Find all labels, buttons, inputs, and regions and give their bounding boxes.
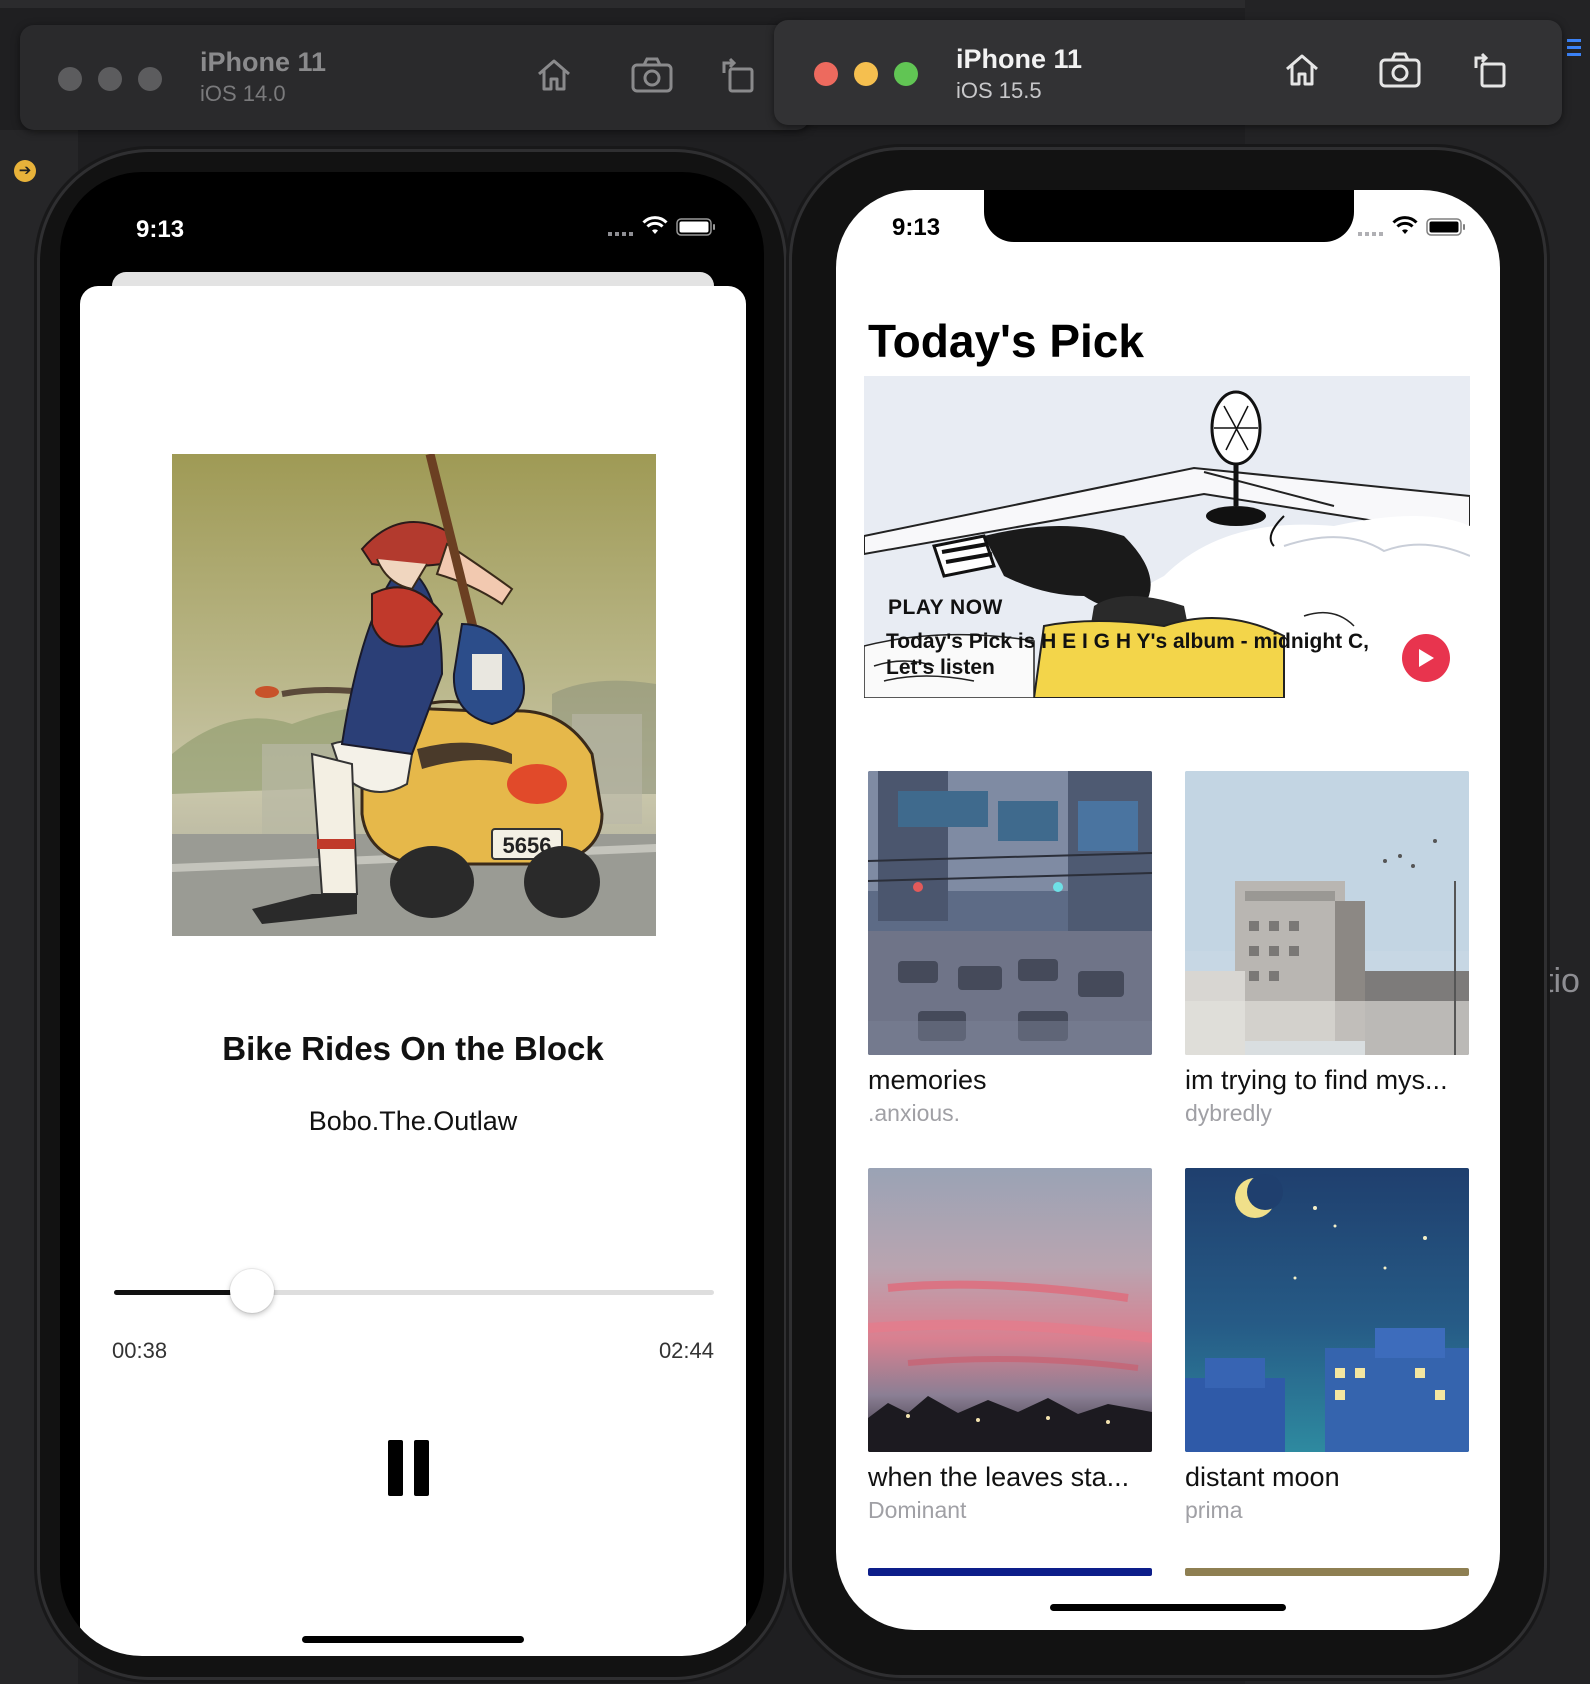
player-sheet[interactable]: 5656 Bike Rides On the Block Bobo.The.Ou… <box>80 286 746 1656</box>
album-artist: dybredly <box>1185 1100 1272 1126</box>
simulator-os-version: iOS 15.5 <box>956 78 1042 103</box>
album-artwork: 5656 <box>172 454 656 936</box>
cellular-icon <box>608 232 633 236</box>
song-title: Bike Rides On the Block <box>222 1030 604 1067</box>
screenshot-icon <box>631 57 673 93</box>
simulator-os-version: iOS 14.0 <box>200 81 286 106</box>
window-minimize-button[interactable] <box>854 62 878 86</box>
simulator-titlebar-2[interactable]: iPhone 11 iOS 15.5 <box>774 20 1562 125</box>
home-button[interactable] <box>1276 44 1328 96</box>
simulator-device-name: iPhone 11 <box>956 44 1083 74</box>
screenshot-button[interactable] <box>1374 44 1426 96</box>
album-title: distant moon <box>1185 1462 1340 1492</box>
album-tile-peek[interactable] <box>1185 1568 1469 1576</box>
iphone-frame-right: 9:13 Today's Pick PLAY NOW Today's Pick … <box>792 150 1544 1675</box>
window-zoom-button[interactable] <box>138 67 162 91</box>
rotate-icon <box>722 57 754 93</box>
window-close-button[interactable] <box>58 67 82 91</box>
elapsed-time: 00:38 <box>112 1338 168 1363</box>
iphone-screen-left: 9:13 5656 Bike Rides On the Block Bobo.T… <box>60 172 764 1656</box>
iphone-frame-left: 9:13 5656 Bike Rides On the Block Bobo.T… <box>40 152 784 1677</box>
album-cover <box>1185 771 1469 1055</box>
battery-icon <box>1426 218 1465 236</box>
song-artist: Bobo.The.Outlaw <box>308 1106 518 1136</box>
cellular-icon <box>1358 232 1383 236</box>
featured-play-button[interactable] <box>1402 634 1450 682</box>
album-title: when the leaves sta... <box>868 1462 1130 1492</box>
status-bar: 9:13 <box>836 190 1500 260</box>
playback-slider[interactable] <box>114 1269 714 1313</box>
battery-icon <box>676 218 715 236</box>
album-tile-peek[interactable] <box>868 1568 1152 1576</box>
home-icon <box>1286 54 1318 86</box>
featured-pick-card[interactable]: PLAY NOW Today's Pick is H E I G H Y's a… <box>864 376 1470 698</box>
home-button[interactable] <box>528 49 580 101</box>
simulator-titlebar-1[interactable]: iPhone 11 iOS 14.0 <box>20 25 810 130</box>
rotate-button[interactable] <box>1464 44 1516 96</box>
page-title: Today's Pick <box>868 315 1144 367</box>
simulator-device-name: iPhone 11 <box>200 47 327 77</box>
album-tile[interactable]: when the leaves sta... Dominant <box>868 1168 1152 1524</box>
iphone-screen-right: 9:13 Today's Pick PLAY NOW Today's Pick … <box>836 190 1500 1630</box>
album-artist: .anxious. <box>868 1100 961 1126</box>
rotate-icon <box>1474 52 1506 88</box>
slider-thumb[interactable] <box>230 1269 274 1313</box>
wifi-icon <box>642 216 668 234</box>
total-duration: 02:44 <box>658 1338 714 1363</box>
album-artist: Dominant <box>868 1497 967 1523</box>
album-title: im trying to find mys... <box>1185 1065 1448 1095</box>
screenshot-button[interactable] <box>626 49 678 101</box>
adjust-icon <box>1567 39 1581 56</box>
featured-kicker: PLAY NOW <box>888 596 1003 619</box>
home-indicator[interactable] <box>302 1636 524 1643</box>
album-title: memories <box>868 1065 987 1095</box>
album-tile[interactable]: memories .anxious. <box>868 771 1152 1127</box>
album-cover <box>868 1168 1152 1452</box>
album-tile[interactable]: im trying to find mys... dybredly <box>1185 771 1469 1127</box>
window-minimize-button[interactable] <box>98 67 122 91</box>
status-bar: 9:13 <box>60 172 764 243</box>
play-icon <box>1419 649 1434 667</box>
window-close-button[interactable] <box>814 62 838 86</box>
album-artist: prima <box>1185 1497 1243 1523</box>
status-time: 9:13 <box>892 214 941 241</box>
arrow-right-icon[interactable]: ➔ <box>14 160 36 182</box>
background-partial-label: tio <box>1544 962 1580 1000</box>
wifi-icon <box>1392 216 1418 234</box>
pause-button[interactable] <box>388 1440 432 1496</box>
window-zoom-button[interactable] <box>894 62 918 86</box>
album-tile[interactable]: distant moon prima <box>1185 1168 1469 1524</box>
screenshot-icon <box>1379 52 1421 88</box>
featured-description: Today's Pick is H E I G H Y's album - mi… <box>886 630 1369 679</box>
album-cover <box>868 771 1152 1055</box>
rotate-button[interactable] <box>712 49 764 101</box>
album-cover <box>1185 1168 1469 1452</box>
home-icon <box>538 59 570 91</box>
home-indicator[interactable] <box>1050 1604 1286 1611</box>
status-time: 9:13 <box>136 216 185 243</box>
